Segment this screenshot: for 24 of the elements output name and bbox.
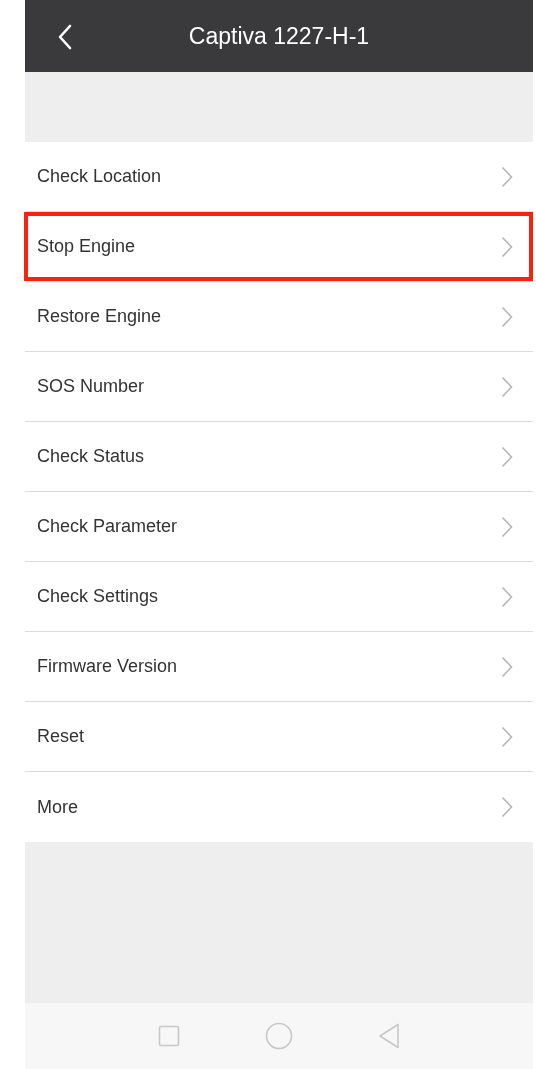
- menu-item[interactable]: Restore Engine: [25, 282, 533, 352]
- menu-item[interactable]: Firmware Version: [25, 632, 533, 702]
- chevron-icon: [501, 165, 513, 188]
- chevron-icon: [501, 515, 513, 538]
- menu-item[interactable]: Check Location: [25, 142, 533, 212]
- menu-item[interactable]: Check Parameter: [25, 492, 533, 562]
- chevron-icon: [501, 445, 513, 468]
- back-icon[interactable]: [378, 1023, 401, 1049]
- menu-item[interactable]: Reset: [25, 702, 533, 772]
- chevron-icon: [501, 585, 513, 608]
- menu-item[interactable]: More: [25, 772, 533, 842]
- chevron-icon: [501, 655, 513, 678]
- menu-item[interactable]: SOS Number: [25, 352, 533, 422]
- chevron-icon: [501, 725, 513, 748]
- chevron-icon: [501, 375, 513, 398]
- chevron-icon: [501, 235, 513, 258]
- menu-item[interactable]: Check Status: [25, 422, 533, 492]
- menu-item[interactable]: Check Settings: [25, 562, 533, 632]
- recent-apps-icon[interactable]: [157, 1025, 180, 1047]
- screen-title: Captiva 1227-H-1: [188, 22, 370, 50]
- chevron-icon: [501, 305, 513, 328]
- menu-item[interactable]: Stop Engine: [25, 212, 533, 282]
- chevron-icon: [501, 796, 513, 818]
- home-icon[interactable]: [265, 1022, 293, 1050]
